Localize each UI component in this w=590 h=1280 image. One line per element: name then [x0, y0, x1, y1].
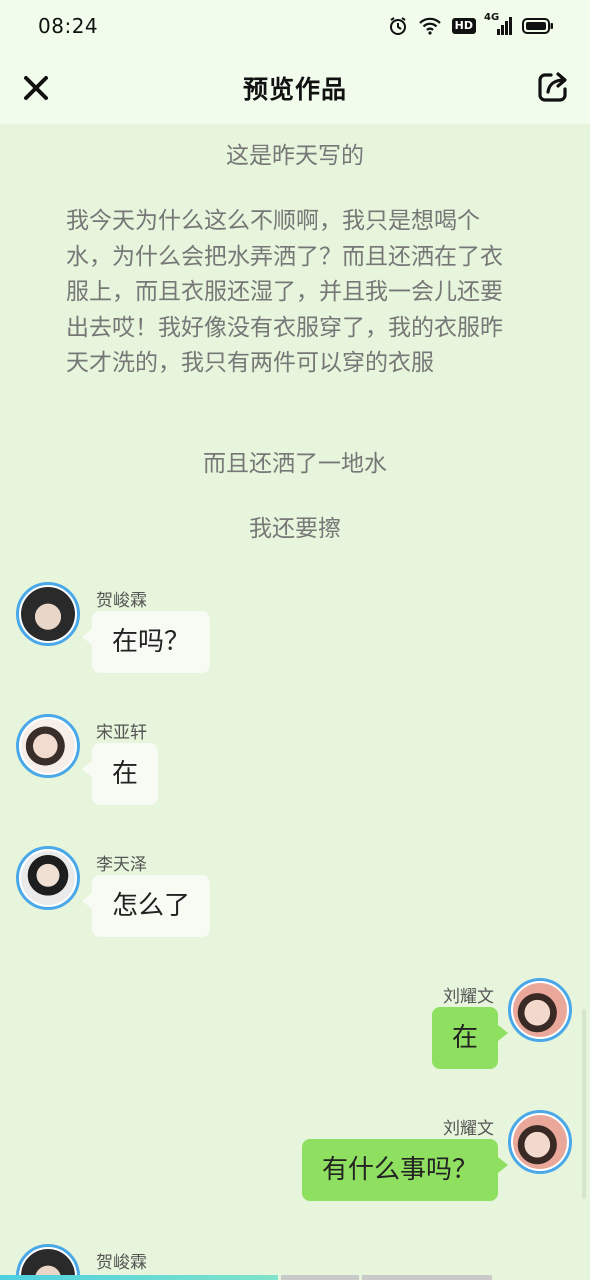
- chat-message: 李天泽 怎么了: [0, 846, 590, 956]
- story-content[interactable]: 这是昨天写的 我今天为什么这么不顺啊，我只是想喝个水，为什么会把水弄洒了？而且还…: [0, 124, 590, 1280]
- reading-progress: [0, 1275, 590, 1280]
- alarm-icon: [388, 16, 408, 36]
- chat-message: 贺峻霖 在吗？: [0, 582, 590, 692]
- sender-name: 刘耀文: [443, 987, 494, 1007]
- share-icon[interactable]: [536, 70, 570, 104]
- avatar[interactable]: [508, 978, 572, 1042]
- page-title: 预览作品: [242, 75, 347, 104]
- chat-message: 刘耀文 有什么事吗？: [0, 1110, 590, 1220]
- message-bubble: 有什么事吗？: [301, 1139, 509, 1201]
- narration-line: 这是昨天写的: [226, 143, 364, 169]
- chat-message: 宋亚轩 在: [0, 714, 590, 824]
- message-bubble: 在: [81, 743, 159, 805]
- progress-active-segment: [0, 1275, 278, 1280]
- progress-segment: [281, 1275, 359, 1280]
- 4g-signal-icon: 4G: [484, 12, 512, 36]
- message-bubble: 在吗？: [81, 611, 211, 673]
- status-icons: HD 4G: [388, 12, 554, 36]
- avatar[interactable]: [16, 846, 80, 910]
- chat-message: 刘耀文 在: [0, 978, 590, 1088]
- scrollbar[interactable]: [582, 1009, 586, 1199]
- sender-name: 李天泽: [96, 855, 147, 875]
- message-bubble: 在: [431, 1007, 509, 1069]
- message-bubble: 怎么了: [81, 875, 211, 937]
- narration-paragraph: 我今天为什么这么不顺啊，我只是想喝个水，为什么会把水弄洒了？而且还洒在了衣服上，…: [66, 208, 503, 376]
- status-bar: 08:24 HD 4G: [0, 0, 590, 52]
- avatar[interactable]: [508, 1110, 572, 1174]
- network-label: 4G: [484, 12, 500, 23]
- narration-line: 我还要擦: [249, 516, 341, 542]
- sender-name: 贺峻霖: [96, 1253, 147, 1273]
- sender-name: 宋亚轩: [96, 723, 147, 743]
- progress-segment: [362, 1275, 492, 1280]
- hd-badge: HD: [451, 18, 476, 34]
- avatar[interactable]: [16, 714, 80, 778]
- narration-line: 而且还洒了一地水: [203, 451, 387, 477]
- status-time: 08:24: [38, 14, 99, 38]
- sender-name: 刘耀文: [443, 1119, 494, 1139]
- avatar[interactable]: [16, 582, 80, 646]
- top-app-bar: 预览作品: [0, 52, 590, 124]
- sender-name: 贺峻霖: [96, 591, 147, 611]
- battery-icon: [522, 17, 554, 35]
- wifi-icon: [418, 17, 442, 35]
- close-icon[interactable]: [22, 74, 50, 102]
